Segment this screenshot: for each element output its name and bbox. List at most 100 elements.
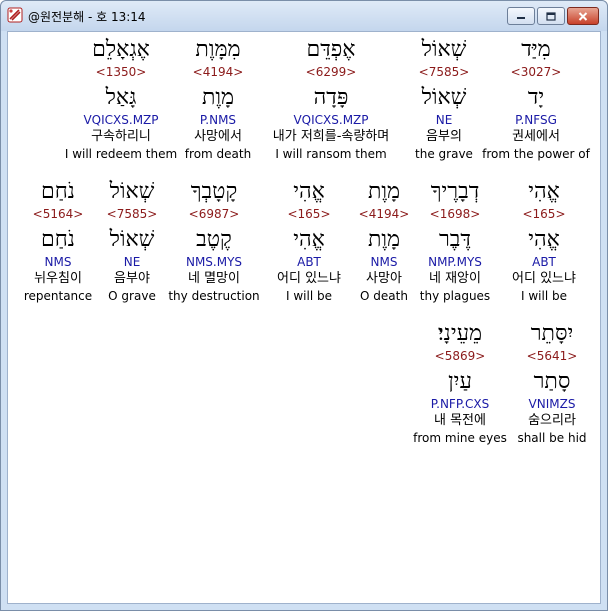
hebrew-word: אֱהִי — [293, 179, 325, 204]
english-gloss: O grave — [108, 289, 156, 303]
hebrew-word: יִסָּתֵר — [530, 321, 574, 346]
word-cell[interactable]: מָוֶת <4194> מָוֶת NMS 사망아 O death — [354, 174, 414, 304]
strong-number[interactable]: <5641> — [514, 348, 590, 364]
close-button[interactable] — [567, 7, 599, 25]
window-title: @원전분해 - 호 13:14 — [28, 10, 146, 24]
parsing-code[interactable]: VQICXS.MZP — [64, 112, 178, 128]
parsing-code[interactable]: P.NFP.CXS — [412, 396, 508, 412]
strong-number[interactable]: <7585> — [102, 206, 162, 222]
hebrew-root: קֶטֶב — [196, 227, 232, 252]
strong-number[interactable]: <165> — [502, 206, 586, 222]
parsing-code[interactable]: NMS — [354, 254, 414, 270]
hebrew-word: מִיַּד — [521, 37, 551, 62]
word-cell[interactable]: שְׁאוֹל <7585> שְׁאוֹל NE 음부의 the grave — [408, 32, 480, 162]
hebrew-root: פָּדָה — [313, 85, 349, 110]
parsing-code[interactable]: NMS — [22, 254, 94, 270]
hebrew-root: אֱהִי — [293, 227, 325, 252]
english-gloss: I will ransom them — [275, 147, 387, 161]
parsing-code[interactable]: P.NFSG — [480, 112, 592, 128]
hebrew-root: יָד — [527, 85, 545, 110]
hebrew-root: דֶּבֶר — [439, 227, 471, 252]
english-gloss: I will redeem them — [64, 147, 178, 161]
hebrew-root: גָּאַל — [105, 85, 137, 110]
english-gloss: from mine eyes — [413, 431, 507, 445]
strong-number[interactable]: <5164> — [22, 206, 94, 222]
close-icon — [578, 11, 588, 21]
parsing-code[interactable]: NE — [102, 254, 162, 270]
app-icon[interactable] — [7, 7, 23, 23]
english-gloss: O death — [360, 289, 408, 303]
hebrew-word: אֶפְדֵּם — [306, 37, 356, 62]
parsing-code[interactable]: NE — [408, 112, 480, 128]
word-cell[interactable]: מִמָּוֶת <4194> מָוֶת P.NMS 사망에서 from de… — [180, 32, 256, 162]
strong-number[interactable]: <6299> — [260, 64, 402, 80]
strong-number[interactable]: <1698> — [416, 206, 494, 222]
parsing-code[interactable]: NMP.MYS — [416, 254, 494, 270]
korean-gloss: 음부야 — [114, 271, 150, 286]
hebrew-word: אֱהִי — [528, 179, 560, 204]
hebrew-root: מָוֶת — [367, 227, 401, 252]
parsing-code[interactable]: VNIMZS — [514, 396, 590, 412]
english-gloss: from death — [184, 147, 252, 161]
korean-gloss: 어디 있느냐 — [512, 271, 576, 286]
word-cell[interactable]: דְבָרֶיךָ <1698> דֶּבֶר NMP.MYS 네 재앙이 th… — [416, 174, 494, 304]
english-gloss: thy destruction — [168, 289, 260, 303]
english-gloss: thy plagues — [419, 289, 491, 303]
word-cell[interactable]: אֱהִי <165> אֱהִי ABT 어디 있느냐 I will be — [266, 174, 352, 304]
parsing-code[interactable]: VQICXS.MZP — [260, 112, 402, 128]
word-cell[interactable]: קָטָבְךָ <6987> קֶטֶב NMS.MYS 네 멸망이 thy … — [166, 174, 262, 304]
korean-gloss: 네 재앙이 — [429, 271, 481, 286]
strong-number[interactable]: <5869> — [412, 348, 508, 364]
korean-gloss: 숨으리라 — [528, 413, 576, 428]
parsing-code[interactable]: NMS.MYS — [166, 254, 262, 270]
strong-number[interactable]: <7585> — [408, 64, 480, 80]
parsing-code[interactable]: P.NMS — [180, 112, 256, 128]
korean-gloss: 내 목전에 — [434, 413, 486, 428]
hebrew-word: מָוֶת — [367, 179, 401, 204]
parsing-code[interactable]: ABT — [502, 254, 586, 270]
strong-number[interactable]: <165> — [266, 206, 352, 222]
hebrew-word: קָטָבְךָ — [190, 179, 238, 204]
word-cell[interactable]: יִסָּתֵר <5641> סָתַר VNIMZS 숨으리라 shall … — [514, 316, 590, 446]
hebrew-root: מָוֶת — [201, 85, 235, 110]
word-cell[interactable]: אֶגְאָלֵם <1350> גָּאַל VQICXS.MZP 구속하리니… — [64, 32, 178, 162]
korean-gloss: 어디 있느냐 — [277, 271, 341, 286]
hebrew-root: שְׁאוֹל — [109, 227, 155, 252]
english-gloss: repentance — [23, 289, 93, 303]
korean-gloss: 음부의 — [426, 129, 462, 144]
korean-gloss: 뉘우침이 — [34, 271, 82, 286]
strong-number[interactable]: <4194> — [180, 64, 256, 80]
hebrew-word: דְבָרֶיךָ — [430, 179, 480, 204]
english-gloss: I will be — [286, 289, 332, 303]
hebrew-word: נֹחַם — [41, 179, 75, 204]
word-cell[interactable]: נֹחַם <5164> נֹחַם NMS 뉘우침이 repentance — [22, 174, 94, 304]
strong-number[interactable]: <1350> — [64, 64, 178, 80]
hebrew-root: עַיִן — [448, 369, 472, 394]
word-cell[interactable]: מִיַּד <3027> יָד P.NFSG 권세에서 from the p… — [480, 32, 592, 172]
minimize-icon — [517, 17, 525, 19]
english-gloss: I will be — [521, 289, 567, 303]
hebrew-root: אֱהִי — [528, 227, 560, 252]
word-cell[interactable]: שְׁאוֹל <7585> שְׁאוֹל NE 음부야 O grave — [102, 174, 162, 304]
strong-number[interactable]: <6987> — [166, 206, 262, 222]
hebrew-word: אֶגְאָלֵם — [92, 37, 150, 62]
minimize-button[interactable] — [507, 7, 535, 25]
parsing-code[interactable]: ABT — [266, 254, 352, 270]
hebrew-root: סָתַר — [533, 369, 571, 394]
word-cell[interactable]: אֱהִי <165> אֱהִי ABT 어디 있느냐 I will be — [502, 174, 586, 304]
hebrew-word: מִמָּוֶת — [195, 37, 241, 62]
strong-number[interactable]: <4194> — [354, 206, 414, 222]
title-bar[interactable]: @원전분해 - 호 13:14 — [1, 1, 607, 31]
word-cell[interactable]: מֵעֵינָי׃ <5869> עַיִן P.NFP.CXS 내 목전에 f… — [412, 316, 508, 446]
korean-gloss: 권세에서 — [512, 129, 560, 144]
hebrew-word: שְׁאוֹל — [421, 37, 467, 62]
interlinear-panel[interactable]: מִיַּד <3027> יָד P.NFSG 권세에서 from the p… — [7, 31, 601, 604]
maximize-icon — [546, 11, 556, 21]
word-cell[interactable]: אֶפְדֵּם <6299> פָּדָה VQICXS.MZP 내가 저희를… — [260, 32, 402, 162]
korean-gloss: 내가 저희를-속량하며 — [272, 129, 390, 144]
strong-number[interactable]: <3027> — [480, 64, 592, 80]
korean-gloss: 네 멸망이 — [188, 271, 240, 286]
english-gloss: the grave — [415, 147, 473, 161]
maximize-button[interactable] — [537, 7, 565, 25]
hebrew-root: נֹחַם — [41, 227, 75, 252]
